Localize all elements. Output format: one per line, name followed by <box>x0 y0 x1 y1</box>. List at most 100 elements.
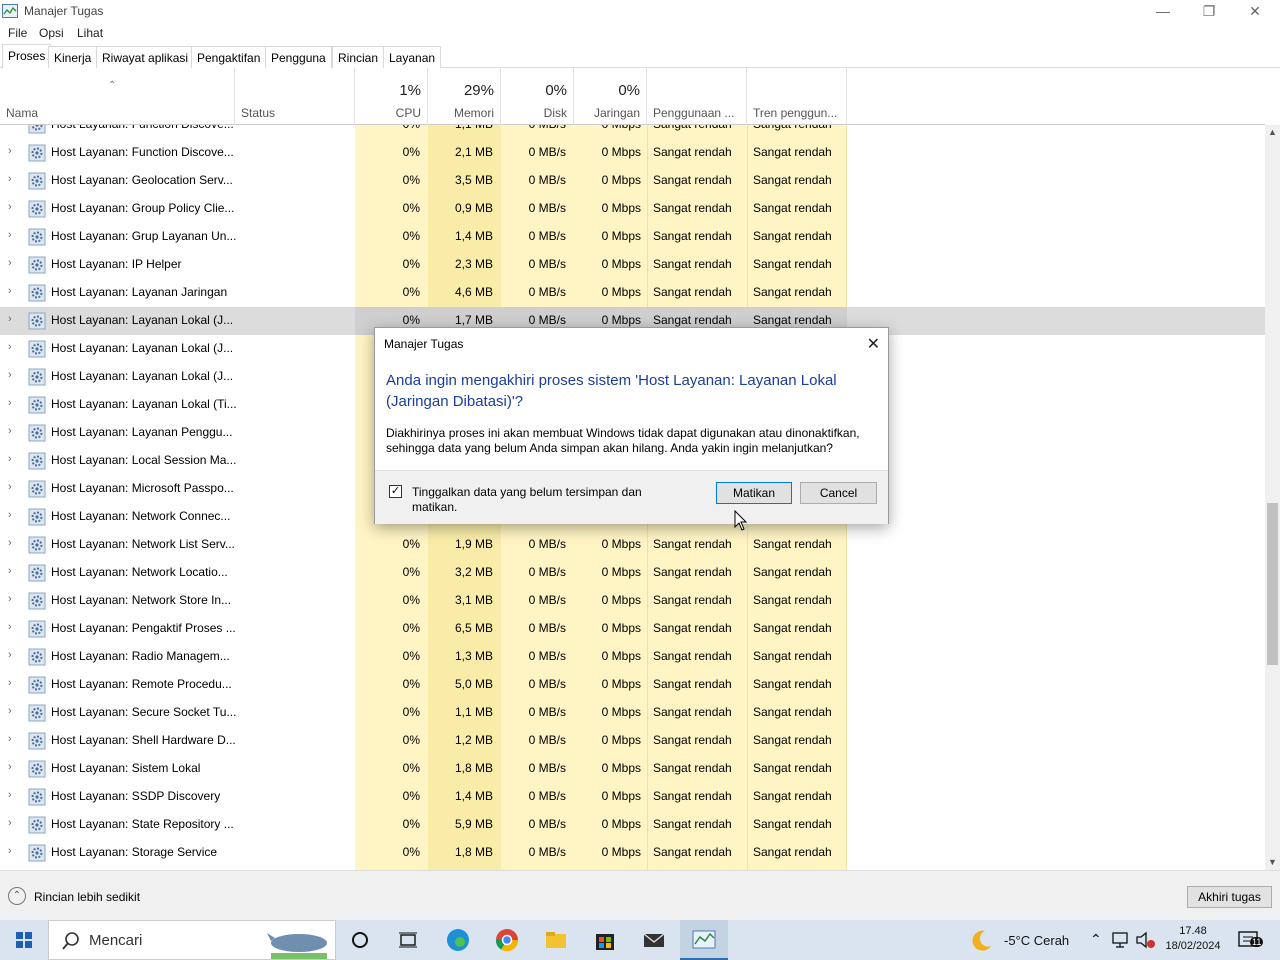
column-power-trend[interactable]: Tren penggun... <box>747 68 847 125</box>
mail-icon[interactable] <box>640 926 668 954</box>
file-explorer-icon[interactable] <box>542 926 570 954</box>
store-icon[interactable] <box>591 926 619 954</box>
table-row[interactable]: › Host Layanan: Group Policy Clie... 0% 0,9… <box>0 195 1265 223</box>
table-row[interactable]: › Host Layanan: Remote Procedu... 0% 5,0 MB… <box>0 671 1265 699</box>
menu-options[interactable]: Opsi <box>39 26 64 40</box>
column-network[interactable]: 0% Jaringan <box>574 68 647 125</box>
network-icon[interactable] <box>1112 931 1130 949</box>
expand-chevron-icon[interactable]: › <box>8 369 16 381</box>
expand-chevron-icon[interactable]: › <box>8 125 16 129</box>
table-row[interactable]: › Host Layanan: State Repository ... 0% 5,9… <box>0 811 1265 839</box>
expand-chevron-icon[interactable]: › <box>8 537 16 549</box>
table-row[interactable]: › Host Layanan: Storage Service 0% 1,8 MB 0 … <box>0 839 1265 867</box>
column-status[interactable]: Status <box>235 68 355 125</box>
cancel-button[interactable]: Cancel <box>800 482 877 504</box>
expand-chevron-icon[interactable]: › <box>8 481 16 493</box>
tab-services[interactable]: Layanan <box>383 46 442 68</box>
expand-chevron-icon[interactable]: › <box>8 341 16 353</box>
scroll-up-icon[interactable]: ▲ <box>1265 125 1280 140</box>
expand-chevron-icon[interactable]: › <box>8 397 16 409</box>
expand-chevron-icon[interactable]: › <box>8 257 16 269</box>
table-row[interactable]: › Host Layanan: Network List Serv... 0% 1,9… <box>0 531 1265 559</box>
collapse-up-icon[interactable]: ⌃ <box>8 887 26 905</box>
clock[interactable]: 17.48 18/02/2024 <box>1158 924 1228 954</box>
end-task-button[interactable]: Akhiri tugas <box>1187 886 1272 908</box>
tab-users[interactable]: Pengguna <box>265 46 332 68</box>
edge-icon[interactable] <box>444 926 472 954</box>
expand-chevron-icon[interactable]: › <box>8 733 16 745</box>
process-name: Host Layanan: Local Session Ma... <box>51 453 237 467</box>
expand-chevron-icon[interactable]: › <box>8 845 16 857</box>
table-row[interactable]: › Host Layanan: IP Helper 0% 2,3 MB 0 MB/s 0 … <box>0 251 1265 279</box>
table-row[interactable]: › Host Layanan: Function Discove... 0% 1,1 … <box>0 125 1265 139</box>
menu-view[interactable]: Lihat <box>77 26 103 40</box>
chevron-up-icon[interactable]: ⌃ <box>1090 931 1102 948</box>
expand-chevron-icon[interactable]: › <box>8 453 16 465</box>
power-trend-cell: Sangat rendah <box>753 565 832 579</box>
expand-chevron-icon[interactable]: › <box>8 649 16 661</box>
expand-chevron-icon[interactable]: › <box>8 145 16 157</box>
fewer-details-link[interactable]: Rincian lebih sedikit <box>34 890 140 904</box>
tab-performance[interactable]: Kinerja <box>48 46 98 68</box>
weather-text[interactable]: -5°C Cerah <box>1004 933 1069 948</box>
table-row[interactable]: › Host Layanan: Shell Hardware D... 0% 1,2 … <box>0 727 1265 755</box>
table-row[interactable]: › Host Layanan: Secure Socket Tu... 0% 1,1 … <box>0 699 1265 727</box>
column-power-usage[interactable]: Penggunaan ... <box>647 68 747 125</box>
expand-chevron-icon[interactable]: › <box>8 173 16 185</box>
expand-chevron-icon[interactable]: › <box>8 425 16 437</box>
expand-chevron-icon[interactable]: › <box>8 593 16 605</box>
table-row[interactable]: › Host Layanan: Sistem Lokal 0% 1,8 MB 0 MB/… <box>0 755 1265 783</box>
expand-chevron-icon[interactable]: › <box>8 705 16 717</box>
vertical-scrollbar[interactable]: ▲ ▼ <box>1265 125 1280 870</box>
column-memory[interactable]: 29% Memori <box>428 68 501 125</box>
table-row[interactable]: › Host Layanan: SSDP Discovery 0% 1,4 MB 0 M… <box>0 783 1265 811</box>
notification-center-icon[interactable]: 11 <box>1238 930 1264 950</box>
table-row[interactable]: › Host Layanan: Layanan Jaringan 0% 4,6 MB 0… <box>0 279 1265 307</box>
expand-chevron-icon[interactable]: › <box>8 509 16 521</box>
scroll-thumb[interactable] <box>1267 503 1278 665</box>
shutdown-button[interactable]: Matikan <box>716 482 792 504</box>
close-icon[interactable]: ✕ <box>1232 0 1278 24</box>
disk-cell: 0 MB/s <box>528 145 566 159</box>
close-icon[interactable]: ✕ <box>867 334 880 354</box>
minimize-icon[interactable]: — <box>1140 0 1186 24</box>
expand-chevron-icon[interactable]: › <box>8 201 16 213</box>
network-cell: 0 Mbps <box>601 733 641 747</box>
expand-chevron-icon[interactable]: › <box>8 789 16 801</box>
task-view-icon[interactable] <box>394 926 422 954</box>
footer-bar: ⌃ Rincian lebih sedikit Akhiri tugas <box>0 870 1280 920</box>
cortana-icon[interactable] <box>346 926 374 954</box>
checkbox-label[interactable]: Tinggalkan data yang belum tersimpan dan… <box>412 485 672 515</box>
expand-chevron-icon[interactable]: › <box>8 565 16 577</box>
chrome-icon[interactable] <box>493 926 521 954</box>
active-task-indicator[interactable] <box>680 920 728 960</box>
column-cpu[interactable]: 1% CPU <box>355 68 428 125</box>
restore-icon[interactable]: ❐ <box>1186 0 1232 24</box>
table-row[interactable]: › Host Layanan: Network Locatio... 0% 3,2 M… <box>0 559 1265 587</box>
table-row[interactable]: › Host Layanan: Radio Managem... 0% 1,3 MB 0… <box>0 643 1265 671</box>
expand-chevron-icon[interactable]: › <box>8 285 16 297</box>
column-disk[interactable]: 0% Disk <box>501 68 574 125</box>
windows-start-icon[interactable] <box>0 920 48 960</box>
tab-processes[interactable]: Proses <box>2 44 52 69</box>
table-row[interactable]: › Host Layanan: Pengaktif Proses ... 0% 6,5… <box>0 615 1265 643</box>
table-row[interactable]: › Host Layanan: Function Discove... 0% 2,1 … <box>0 139 1265 167</box>
menu-file[interactable]: File <box>8 26 27 40</box>
expand-chevron-icon[interactable]: › <box>8 313 16 325</box>
column-name[interactable]: ⌃ Nama <box>0 68 235 125</box>
expand-chevron-icon[interactable]: › <box>8 229 16 241</box>
tab-details[interactable]: Rincian <box>332 46 385 68</box>
table-row[interactable]: › Host Layanan: Geolocation Serv... 0% 3,5 … <box>0 167 1265 195</box>
table-row[interactable]: › Host Layanan: Grup Layanan Un... 0% 1,4 M… <box>0 223 1265 251</box>
abandon-data-checkbox[interactable]: ✓ <box>389 485 402 498</box>
expand-chevron-icon[interactable]: › <box>8 761 16 773</box>
scroll-down-icon[interactable]: ▼ <box>1265 855 1280 870</box>
volume-muted-icon[interactable] <box>1136 931 1156 949</box>
expand-chevron-icon[interactable]: › <box>8 621 16 633</box>
taskbar-search-box[interactable]: Mencari <box>48 920 336 960</box>
expand-chevron-icon[interactable]: › <box>8 677 16 689</box>
expand-chevron-icon[interactable]: › <box>8 817 16 829</box>
tab-app-history[interactable]: Riwayat aplikasi <box>96 46 195 68</box>
table-row[interactable]: › Host Layanan: Network Store In... 0% 3,1 … <box>0 587 1265 615</box>
tab-startup[interactable]: Pengaktifan <box>191 46 267 68</box>
